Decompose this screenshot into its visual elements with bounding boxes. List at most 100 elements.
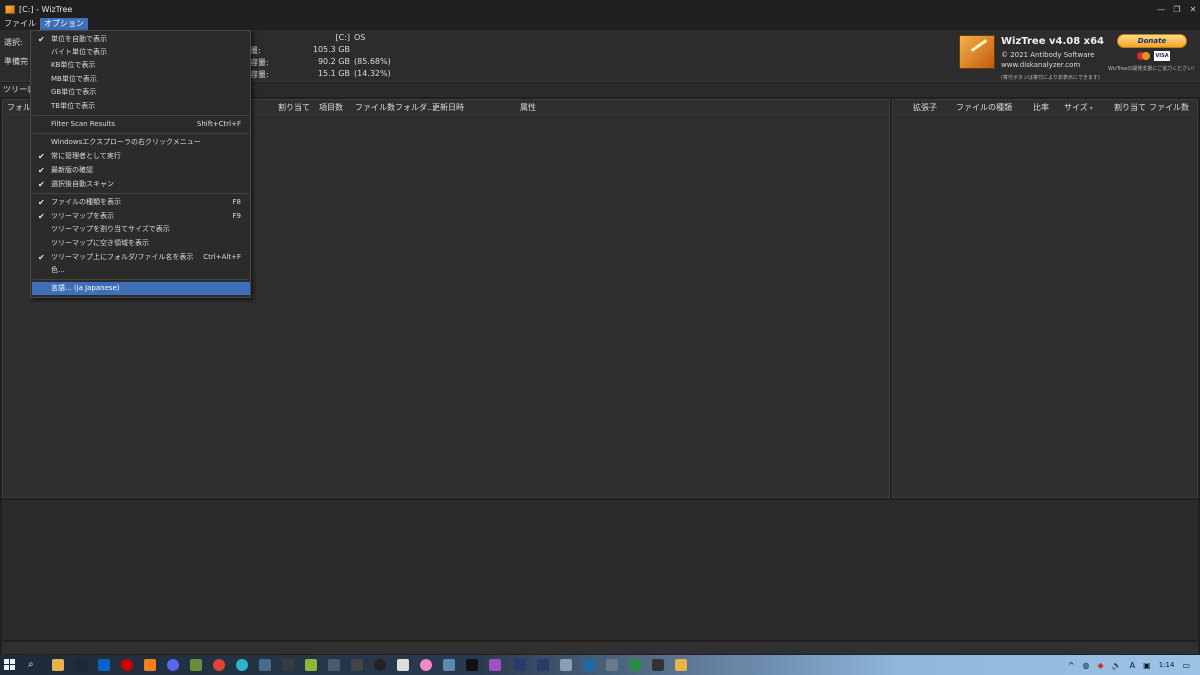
- col-ratio[interactable]: 比率: [1033, 102, 1049, 113]
- close-button[interactable]: ✕: [1186, 0, 1200, 18]
- wiztree-taskbar-icon[interactable]: [675, 659, 687, 671]
- excel-icon[interactable]: [629, 659, 641, 671]
- brand-block: WizTree v4.08 x64 © 2021 Antibody Softwa…: [957, 33, 1107, 81]
- menu-item-check-update[interactable]: ✔ 最新版の確認: [32, 164, 250, 177]
- edge-icon[interactable]: [236, 659, 248, 671]
- window-title: [C:] - WizTree: [19, 4, 73, 14]
- app-icon[interactable]: [144, 659, 156, 671]
- windows-start-icon[interactable]: [4, 659, 16, 671]
- col-size[interactable]: サイズ ▾: [1064, 102, 1093, 113]
- treemap-area[interactable]: [2, 500, 1198, 640]
- menu-item-auto-scan[interactable]: ✔ 選択後自動スキャン: [32, 178, 250, 191]
- app-icon[interactable]: [583, 659, 595, 671]
- check-icon: ✔: [38, 152, 45, 161]
- ime-icon[interactable]: A: [1130, 661, 1135, 670]
- app-icon[interactable]: [443, 659, 455, 671]
- menu-item-colors[interactable]: 色...: [32, 264, 250, 277]
- app-icon[interactable]: [420, 659, 432, 671]
- app-icon[interactable]: [514, 659, 526, 671]
- menu-separator: [33, 193, 249, 194]
- minecraft-icon[interactable]: [190, 659, 202, 671]
- menu-item-label: ツリーマップを割り当てサイズで表示: [51, 225, 170, 233]
- clock-time[interactable]: 1:14: [1159, 661, 1175, 669]
- menu-item-label: ツリーマップ上にフォルダ/ファイル名を表示: [51, 253, 194, 261]
- notification-icon[interactable]: ▭: [1182, 661, 1190, 670]
- menu-item-bytes[interactable]: バイト単位で表示: [32, 46, 250, 59]
- app-icon[interactable]: [305, 659, 317, 671]
- menu-item-tb[interactable]: TB単位で表示: [32, 100, 250, 113]
- menu-item-auto-unit[interactable]: ✔ 単位を自動で表示: [32, 33, 250, 46]
- app-icon[interactable]: [537, 659, 549, 671]
- menu-item-show-file-types[interactable]: ✔ ファイルの種類を表示 F8: [32, 196, 250, 209]
- menu-file[interactable]: ファイル: [0, 18, 40, 30]
- used-percent: (85.68%): [354, 57, 391, 66]
- volume-icon[interactable]: 🔈: [1112, 661, 1122, 670]
- discord-icon[interactable]: [167, 659, 179, 671]
- maximize-button[interactable]: ❐: [1170, 0, 1184, 18]
- menu-separator: [33, 133, 249, 134]
- minimize-button[interactable]: —: [1154, 0, 1168, 18]
- visa-icon: VISA: [1154, 51, 1170, 61]
- col-folders[interactable]: フォルダ...: [395, 102, 435, 113]
- menu-item-run-as-admin[interactable]: ✔ 常に管理者として実行: [32, 150, 250, 163]
- record-icon[interactable]: [121, 659, 133, 671]
- brand-url-link[interactable]: www.diskanalyzer.com: [1001, 61, 1080, 69]
- app-icon[interactable]: [328, 659, 340, 671]
- menu-options[interactable]: オプション: [40, 18, 88, 30]
- col-items[interactable]: 項目数: [319, 102, 343, 113]
- col-files-right[interactable]: ファイル数: [1149, 102, 1189, 113]
- menu-bar: ファイル オプション: [0, 18, 1200, 30]
- col-extension[interactable]: 拡張子: [913, 102, 937, 113]
- file-types-panel[interactable]: 拡張子 ファイルの種類 比率 サイズ ▾ 割り当て ファイル数: [892, 99, 1198, 498]
- steam-icon[interactable]: [75, 659, 87, 671]
- app-icon[interactable]: [560, 659, 572, 671]
- app-icon[interactable]: [489, 659, 501, 671]
- menu-item-treemap-allocated[interactable]: ツリーマップを割り当てサイズで表示: [32, 223, 250, 236]
- app-icon[interactable]: [652, 659, 664, 671]
- menu-item-filter-scan[interactable]: Filter Scan Results Shift+Ctrl+F: [32, 118, 250, 131]
- menu-item-explorer-context[interactable]: Windowsエクスプローラの右クリックメニュー: [32, 136, 250, 149]
- menu-item-mb[interactable]: MB単位で表示: [32, 73, 250, 86]
- col-size-label: サイズ: [1064, 103, 1088, 112]
- search-icon[interactable]: ⌕: [28, 659, 40, 671]
- donate-button[interactable]: Donate: [1117, 34, 1187, 48]
- app-icon[interactable]: [606, 659, 618, 671]
- menu-item-label: 最新版の確認: [51, 166, 93, 174]
- menu-item-gb[interactable]: GB単位で表示: [32, 86, 250, 99]
- tray-icon[interactable]: ▣: [1143, 661, 1151, 670]
- col-modified[interactable]: 更新日時: [432, 102, 464, 113]
- menu-item-label: ツリーマップを表示: [51, 212, 114, 220]
- tray-icon[interactable]: ◍: [1083, 661, 1090, 670]
- col-attributes[interactable]: 属性: [520, 102, 536, 113]
- app-icon[interactable]: [397, 659, 409, 671]
- menu-item-label: GB単位で表示: [51, 88, 97, 96]
- menu-item-treemap-free-space[interactable]: ツリーマップに空き領域を表示: [32, 237, 250, 250]
- donate-note: WizTreeの開発支援にご協力ください!: [1108, 66, 1195, 72]
- brand-title: WizTree v4.08 x64: [1001, 36, 1105, 47]
- windows-taskbar: ⌕ ^ ◍ ◆ 🔈 A ▣ 1:14 ▭: [0, 655, 1200, 675]
- col-files[interactable]: ファイル数: [355, 102, 395, 113]
- menu-item-label: 色...: [51, 266, 65, 274]
- app-icon[interactable]: [351, 659, 363, 671]
- menu-item-kb[interactable]: KB単位で表示: [32, 59, 250, 72]
- app-icon[interactable]: [466, 659, 478, 671]
- app-icon[interactable]: [259, 659, 271, 671]
- col-file-type[interactable]: ファイルの種類: [956, 102, 1012, 113]
- menu-item-shortcut: Shift+Ctrl+F: [196, 120, 241, 128]
- app-icon[interactable]: [282, 659, 294, 671]
- select-label: 選択:: [4, 38, 23, 47]
- menu-item-language[interactable]: 言語... (ja Japanese): [32, 282, 250, 295]
- menu-separator: [33, 279, 249, 280]
- app-icon[interactable]: [374, 659, 386, 671]
- col-allocated-right[interactable]: 割り当て: [1114, 102, 1146, 113]
- tray-chevron-icon[interactable]: ^: [1068, 661, 1075, 670]
- menu-item-treemap-names[interactable]: ✔ ツリーマップ上にフォルダ/ファイル名を表示 Ctrl+Alt+F: [32, 251, 250, 264]
- chrome-icon[interactable]: [213, 659, 225, 671]
- col-allocated[interactable]: 割り当て: [278, 102, 310, 113]
- tray-security-icon[interactable]: ◆: [1098, 661, 1104, 670]
- menu-item-show-treemap[interactable]: ✔ ツリーマップを表示 F9: [32, 210, 250, 223]
- free-value: 15.1 GB: [317, 69, 350, 78]
- outlook-icon[interactable]: [98, 659, 110, 671]
- drive-letter: [C:]: [335, 33, 350, 42]
- file-explorer-icon[interactable]: [52, 659, 64, 671]
